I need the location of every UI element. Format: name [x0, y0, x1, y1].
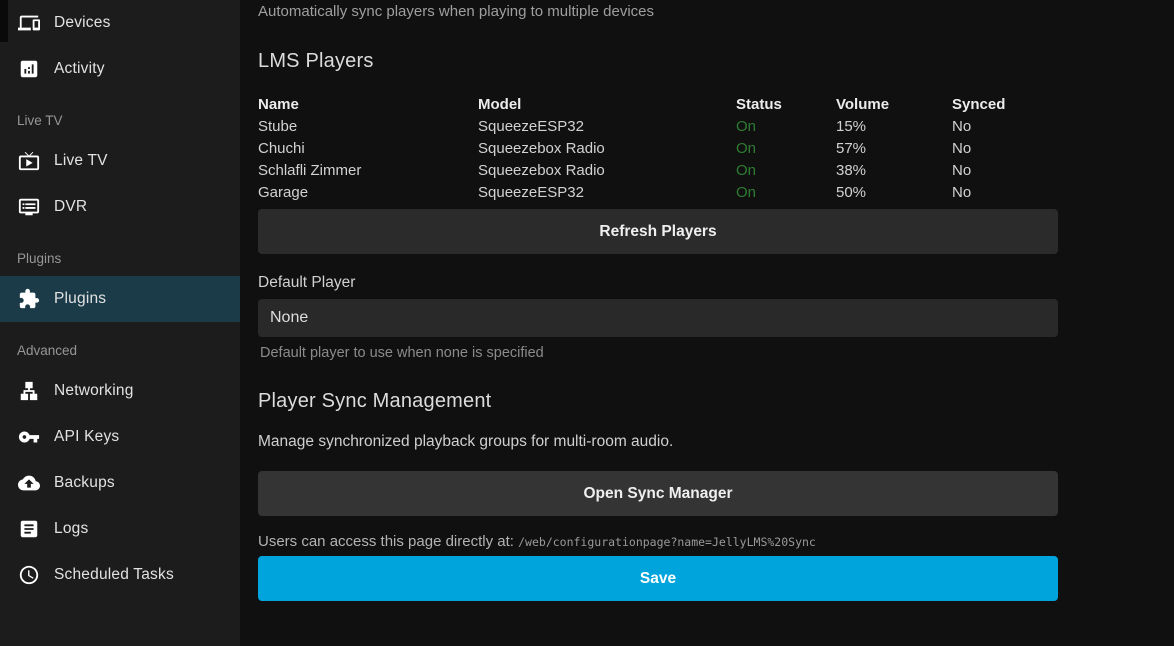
sidebar-item-label: Plugins	[54, 290, 106, 308]
column-header: Model	[478, 94, 736, 116]
sidebar-item-label: Devices	[54, 14, 111, 32]
sidebar-item-activity[interactable]: Activity	[0, 46, 240, 92]
player-name: Schlafli Zimmer	[258, 160, 478, 182]
sidebar-item-live-tv[interactable]: Live TV	[0, 138, 240, 184]
player-model: Squeezebox Radio	[478, 160, 736, 182]
activity-icon	[17, 57, 41, 81]
player-sync-title: Player Sync Management	[258, 390, 1058, 413]
sidebar-item-label: Live TV	[54, 152, 108, 170]
sidebar-item-label: DVR	[54, 198, 87, 216]
player-status: On	[736, 116, 836, 138]
sidebar-item-networking[interactable]: Networking	[0, 368, 240, 414]
sidebar-item-label: Backups	[54, 474, 115, 492]
save-button[interactable]: Save	[258, 556, 1058, 601]
live-tv-icon	[17, 149, 41, 173]
player-volume: 15%	[836, 116, 952, 138]
devices-icon	[17, 11, 41, 35]
column-header: Name	[258, 94, 478, 116]
access-note: Users can access this page directly at: …	[258, 533, 1058, 550]
main-content: Automatically sync players when playing …	[240, 0, 1174, 646]
sidebar-item-scheduled-tasks[interactable]: Scheduled Tasks	[0, 552, 240, 598]
logs-icon	[17, 517, 41, 541]
open-sync-manager-button[interactable]: Open Sync Manager	[258, 471, 1058, 516]
sidebar-item-label: Scheduled Tasks	[54, 566, 174, 584]
sidebar-nav: Devices Activity Live TV Live TV DVR Plugins P…	[0, 0, 240, 598]
key-icon	[17, 425, 41, 449]
player-row: ChuchiSqueezebox RadioOn57%No	[258, 138, 1058, 160]
player-status: On	[736, 138, 836, 160]
player-synced: No	[952, 138, 1058, 160]
player-volume: 50%	[836, 182, 952, 204]
refresh-players-button[interactable]: Refresh Players	[258, 209, 1058, 254]
sidebar-item-dvr[interactable]: DVR	[0, 184, 240, 230]
sidebar-item-logs[interactable]: Logs	[0, 506, 240, 552]
player-model: Squeezebox Radio	[478, 138, 736, 160]
lms-players-title: LMS Players	[258, 50, 1058, 73]
sidebar-item-plugins[interactable]: Plugins	[0, 276, 240, 322]
default-player-selected-value: None	[270, 309, 308, 327]
clock-icon	[17, 563, 41, 587]
default-player-select[interactable]: None	[258, 299, 1058, 337]
networking-icon	[17, 379, 41, 403]
default-player-label: Default Player	[258, 274, 1058, 292]
puzzle-icon	[17, 287, 41, 311]
player-volume: 38%	[836, 160, 952, 182]
player-model: SqueezeESP32	[478, 116, 736, 138]
column-header: Synced	[952, 94, 1058, 116]
sidebar-item-devices[interactable]: Devices	[0, 0, 240, 46]
player-synced: No	[952, 182, 1058, 204]
access-path: /web/configurationpage?name=JellyLMS%20S…	[518, 535, 816, 549]
player-name: Chuchi	[258, 138, 478, 160]
players-table-header: NameModelStatusVolumeSynced	[258, 94, 1058, 116]
sidebar-scrollbar-track	[0, 0, 8, 42]
player-row: StubeSqueezeESP32On15%No	[258, 116, 1058, 138]
sidebar-item-label: Networking	[54, 382, 134, 400]
players-table: NameModelStatusVolumeSyncedStubeSqueezeE…	[258, 94, 1058, 204]
player-sync-description: Manage synchronized playback groups for …	[258, 433, 1058, 451]
player-row: Schlafli ZimmerSqueezebox RadioOn38%No	[258, 160, 1058, 182]
sidebar-item-label: Logs	[54, 520, 88, 538]
player-name: Stube	[258, 116, 478, 138]
sidebar-item-backups[interactable]: Backups	[0, 460, 240, 506]
player-model: SqueezeESP32	[478, 182, 736, 204]
cloud-backup-icon	[17, 471, 41, 495]
access-note-text: Users can access this page directly at:	[258, 533, 514, 550]
column-header: Volume	[836, 94, 952, 116]
player-status: On	[736, 160, 836, 182]
sidebar: Devices Activity Live TV Live TV DVR Plugins P…	[0, 0, 240, 646]
player-synced: No	[952, 116, 1058, 138]
player-synced: No	[952, 160, 1058, 182]
sidebar-section-live-tv: Live TV	[0, 102, 240, 138]
default-player-help: Default player to use when none is speci…	[258, 345, 1058, 361]
auto-sync-description: Automatically sync players when playing …	[258, 2, 1058, 21]
player-volume: 57%	[836, 138, 952, 160]
sidebar-item-label: Activity	[54, 60, 105, 78]
player-name: Garage	[258, 182, 478, 204]
player-status: On	[736, 182, 836, 204]
sidebar-item-api-keys[interactable]: API Keys	[0, 414, 240, 460]
dvr-icon	[17, 195, 41, 219]
sidebar-item-label: API Keys	[54, 428, 119, 446]
player-row: GarageSqueezeESP32On50%No	[258, 182, 1058, 204]
sidebar-section-advanced: Advanced	[0, 332, 240, 368]
sidebar-section-plugins: Plugins	[0, 240, 240, 276]
column-header: Status	[736, 94, 836, 116]
